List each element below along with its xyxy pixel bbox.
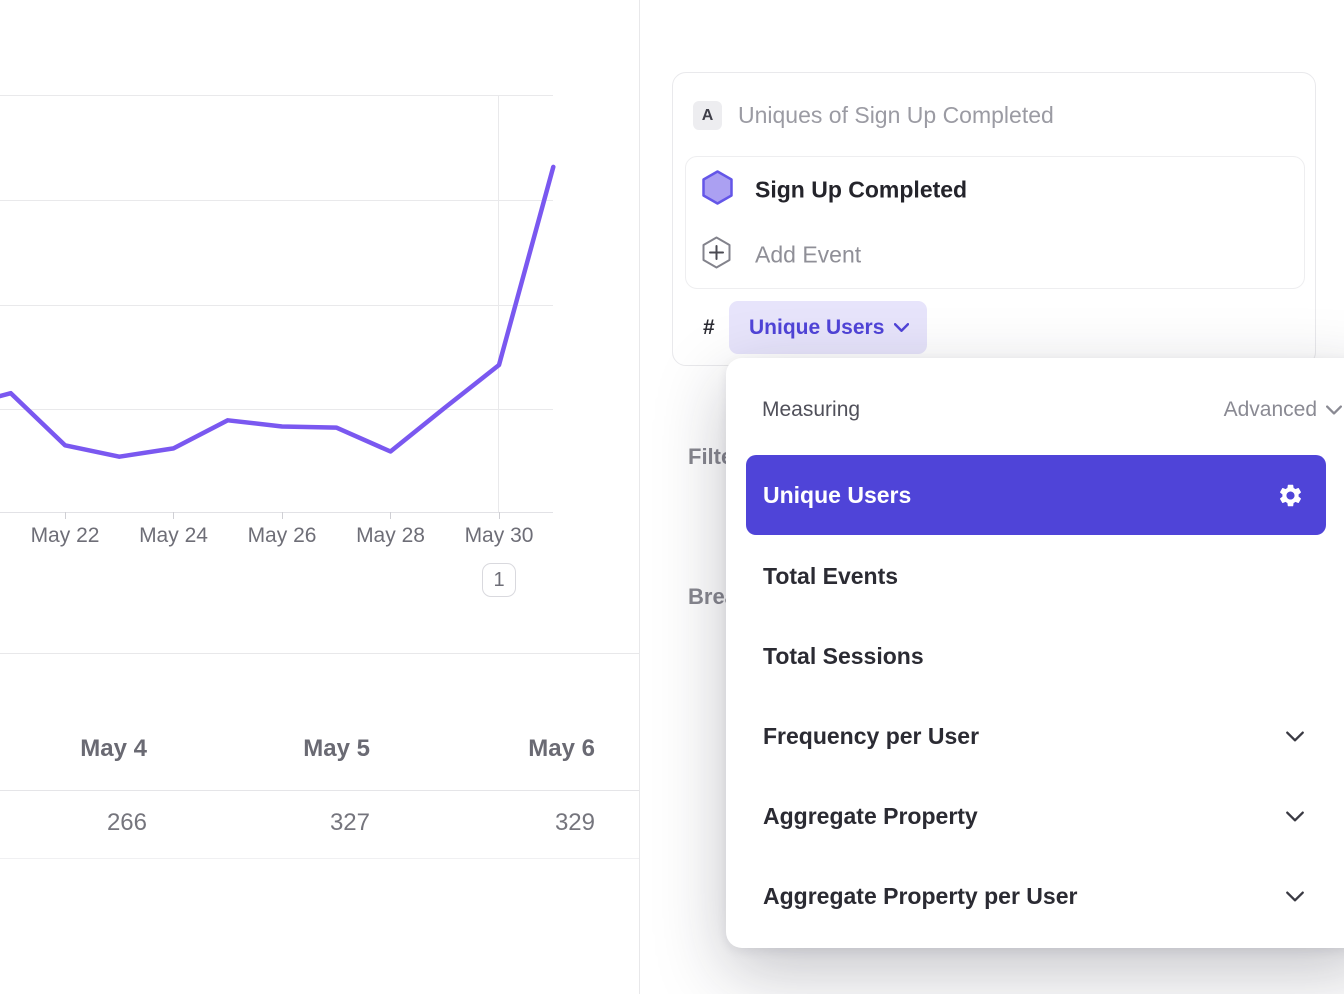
menu-item-frequency-per-user[interactable]: Frequency per User	[746, 696, 1326, 776]
measurement-hash-prefix: #	[703, 301, 731, 354]
add-event-label: Add Event	[755, 242, 861, 269]
table-header-may6[interactable]: May 6	[375, 733, 595, 765]
chevron-down-icon	[1286, 811, 1304, 822]
menu-item-label: Aggregate Property per User	[763, 883, 1286, 910]
analytics-insights-app: May 22May 24May 26May 28May 30 1 May 4 M…	[0, 0, 1344, 994]
measuring-dropdown-menu: Measuring Advanced Unique Users Total Ev…	[726, 358, 1344, 948]
menu-item-aggregate-property-per-user[interactable]: Aggregate Property per User	[746, 856, 1326, 936]
advanced-label: Advanced	[1224, 398, 1317, 422]
chevron-down-icon	[1286, 891, 1304, 902]
measuring-label: Measuring	[762, 396, 860, 424]
series-title: Uniques of Sign Up Completed	[738, 101, 1054, 130]
chevron-down-icon	[1326, 405, 1342, 415]
menu-item-label: Total Sessions	[763, 643, 1304, 670]
event-card: Sign Up Completed Add Event	[685, 156, 1305, 289]
menu-item-label: Frequency per User	[763, 723, 1286, 750]
table-value-may4: 266	[0, 807, 147, 839]
event-row[interactable]: Sign Up Completed	[686, 157, 1304, 223]
menu-item-total-events[interactable]: Total Events	[746, 536, 1326, 616]
menu-item-unique-users[interactable]: Unique Users	[746, 455, 1326, 535]
chart-table-divider	[0, 653, 639, 654]
table-row-border	[0, 858, 639, 859]
measurement-value: Unique Users	[749, 316, 884, 340]
series-letter-badge: A	[693, 101, 722, 130]
line-chart	[0, 0, 639, 560]
chart-line	[0, 167, 553, 457]
table-header-border	[0, 790, 639, 791]
menu-header: Measuring Advanced	[762, 396, 1342, 424]
chart-panel: May 22May 24May 26May 28May 30 1 May 4 M…	[0, 0, 639, 994]
chart-page-indicator[interactable]: 1	[482, 563, 516, 597]
advanced-mode-toggle[interactable]: Advanced	[1224, 396, 1342, 424]
add-event-hexagon-plus-icon	[701, 236, 732, 275]
event-name: Sign Up Completed	[755, 177, 967, 204]
chevron-down-icon	[894, 323, 909, 332]
measurement-dropdown-button[interactable]: Unique Users	[729, 301, 927, 354]
menu-item-aggregate-property[interactable]: Aggregate Property	[746, 776, 1326, 856]
add-event-button[interactable]: Add Event	[686, 223, 1304, 287]
chevron-down-icon	[1286, 731, 1304, 742]
series-card: A Uniques of Sign Up Completed Sign Up C…	[672, 72, 1316, 366]
table-row: 266 327 329	[0, 807, 639, 839]
menu-item-total-sessions[interactable]: Total Sessions	[746, 616, 1326, 696]
gear-icon[interactable]	[1277, 482, 1304, 509]
table-header-row: May 4 May 5 May 6	[0, 733, 639, 765]
table-value-may5: 327	[150, 807, 370, 839]
query-builder-panel: A Uniques of Sign Up Completed Sign Up C…	[640, 0, 1344, 994]
menu-item-label: Total Events	[763, 563, 1304, 590]
menu-item-label: Unique Users	[763, 482, 1277, 509]
table-value-may6: 329	[375, 807, 595, 839]
table-header-may5[interactable]: May 5	[150, 733, 370, 765]
hexagon-event-icon	[701, 170, 734, 211]
menu-item-label: Aggregate Property	[763, 803, 1286, 830]
table-header-may4[interactable]: May 4	[0, 733, 147, 765]
